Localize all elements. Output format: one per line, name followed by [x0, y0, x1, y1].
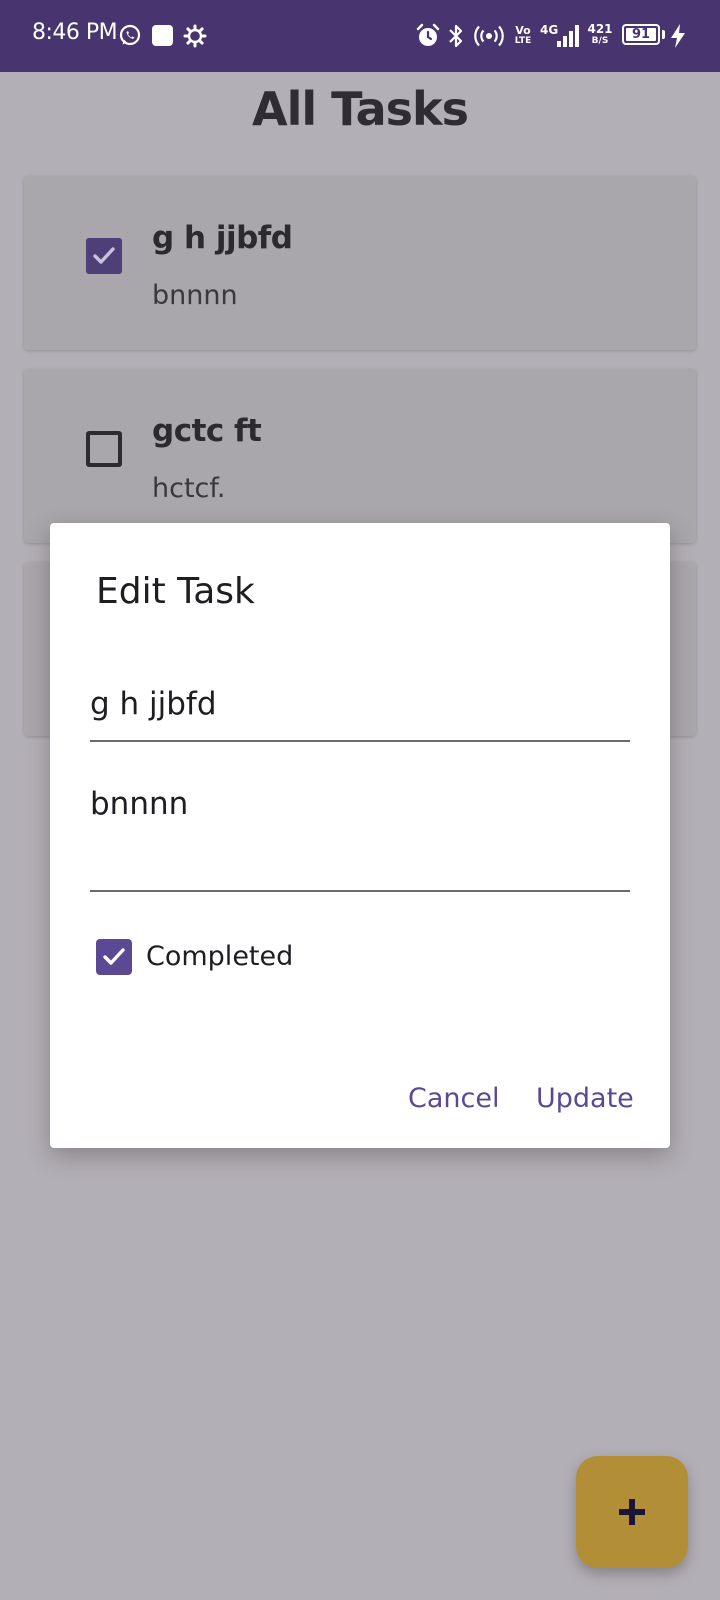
- task-title-field[interactable]: g h jjbfd: [90, 686, 217, 722]
- task-description: hctcf.: [152, 473, 226, 504]
- status-bar: 8:46 PM Vo LTE 4G 421 B/S 91: [0, 0, 720, 72]
- battery-icon: 91: [622, 24, 660, 45]
- battery-level: 91: [626, 28, 656, 41]
- task-description-field[interactable]: bnnnn: [90, 786, 188, 822]
- cancel-button[interactable]: Cancel: [408, 1081, 499, 1117]
- check-icon: [93, 247, 115, 264]
- completed-checkbox[interactable]: [96, 939, 132, 975]
- battery-tip: [662, 30, 665, 39]
- status-time: 8:46 PM: [32, 20, 118, 45]
- edit-task-dialog: Edit Task g h jjbfd bnnnn Completed Canc…: [50, 523, 670, 1148]
- add-task-fab[interactable]: [576, 1456, 688, 1568]
- bluetooth-icon: [449, 24, 463, 48]
- task-completed-checkbox[interactable]: [86, 238, 122, 274]
- plus-icon: [619, 1499, 645, 1525]
- task-title-field-underline: [90, 740, 630, 742]
- settings-gear-icon: [183, 24, 207, 48]
- task-title: gctc ft: [152, 413, 262, 449]
- dialog-title: Edit Task: [96, 571, 255, 612]
- task-card[interactable]: gctc ft hctcf.: [24, 369, 696, 543]
- whatsapp-icon: [119, 24, 141, 46]
- check-icon: [103, 948, 125, 965]
- app-notification-icon: [152, 25, 173, 46]
- update-button[interactable]: Update: [536, 1081, 634, 1117]
- signal-strength-icon: [557, 25, 579, 47]
- alarm-icon: [416, 23, 440, 46]
- page-title: All Tasks: [252, 82, 469, 136]
- volte-indicator: Vo LTE: [514, 24, 532, 46]
- task-title: g h jjbfd: [152, 220, 293, 256]
- task-card[interactable]: g h jjbfd bnnnn: [24, 176, 696, 350]
- task-description: bnnnn: [152, 280, 238, 311]
- charging-bolt-icon: [671, 24, 685, 48]
- network-speed: 421 B/S: [587, 22, 613, 46]
- task-description-field-underline: [90, 890, 630, 892]
- completed-label: Completed: [146, 941, 294, 972]
- task-completed-checkbox[interactable]: [86, 431, 122, 467]
- hotspot-icon: [474, 25, 504, 47]
